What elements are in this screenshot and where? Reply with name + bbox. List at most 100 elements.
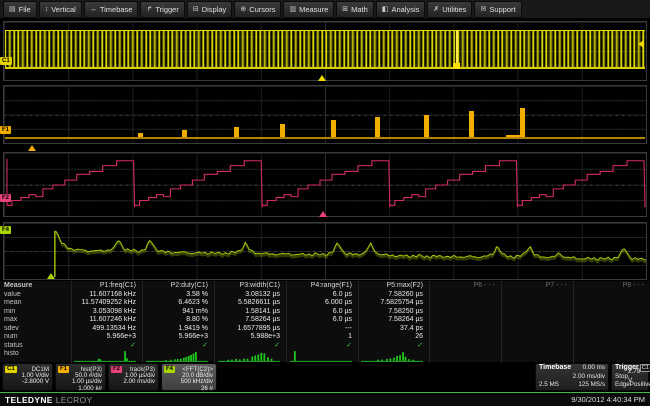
cell-value-p8 <box>573 291 650 300</box>
cell-sdev-p2: 1.9419 % <box>142 325 214 334</box>
chip-c1[interactable]: C1 <box>0 57 12 65</box>
f1-bar <box>424 115 429 137</box>
cell-min-p8 <box>573 308 650 317</box>
menu-display-button[interactable]: ⊟Display <box>187 1 232 18</box>
descriptor-f4[interactable]: F4<FFT(C2)>20.0 dB/div500 kHz/div26 # <box>161 363 217 391</box>
trigger-panel[interactable]: Trigger C1DC Stop 2.79 V Edge Positive <box>611 363 649 391</box>
measure-row-value: value11.607168 kHz3.58 %3.08132 µs6.0 µs… <box>0 291 650 300</box>
mini-histo-bar <box>263 353 265 360</box>
param-header-7: P7 - - - <box>501 281 573 291</box>
menu-vertical-button[interactable]: ↕Vertical <box>39 1 82 18</box>
timebase-icon: ↔ <box>90 6 97 13</box>
mini-histo-bar <box>243 358 245 360</box>
row-label-status: status <box>0 342 71 350</box>
mini-histo-bar <box>231 359 233 360</box>
grid-f2-track[interactable] <box>3 152 647 217</box>
chip-f4[interactable]: F4 <box>0 226 11 234</box>
cell-histo-p3 <box>214 350 286 363</box>
param-header-6: P6 - - - <box>429 281 501 291</box>
menu-cursors-button[interactable]: ⊕Cursors <box>234 1 281 18</box>
menu-measure-label: Measure <box>299 5 328 14</box>
menu-bar: ▤File↕Vertical↔Timebase↱Trigger⊟Display⊕… <box>0 0 650 19</box>
menu-support-label: Support <box>489 5 515 14</box>
grid-f1-histogram[interactable] <box>3 85 647 144</box>
mini-histo-bar <box>381 359 383 360</box>
cell-sdev-p5: 37.4 ps <box>358 325 429 334</box>
descriptor-line: 26 # <box>162 386 213 392</box>
row-label-mean: mean <box>0 299 71 308</box>
f1-position-marker[interactable] <box>28 145 36 151</box>
f1-bar <box>182 130 187 137</box>
cell-num-p6 <box>429 333 501 342</box>
menu-measure-button[interactable]: ▥Measure <box>283 1 334 18</box>
mini-histo-bar <box>393 357 395 360</box>
cell-num-p4: 1 <box>286 333 358 342</box>
mini-histo-bar <box>254 355 256 360</box>
cell-mean-p5: 7.5825754 µs <box>358 299 429 308</box>
cell-histo-p4 <box>286 350 358 363</box>
f2-position-marker[interactable] <box>319 211 327 217</box>
timebase-panel[interactable]: Timebase 0.00 ms 2.00 ms/div 2.5 MS 125 … <box>535 363 609 391</box>
param-header-1: P1:freq(C1) <box>71 281 142 291</box>
analysis-icon: ◧ <box>382 6 389 13</box>
badge-c1: C1 <box>5 366 17 373</box>
file-icon: ▤ <box>9 6 16 13</box>
status-check-p3: ✓ <box>274 342 280 349</box>
mini-histogram-p1 <box>74 350 136 362</box>
trigger-time-marker[interactable] <box>318 75 326 81</box>
row-label-histo: histo <box>0 350 71 363</box>
cell-status-p3: ✓ <box>214 342 286 350</box>
measure-row-min: min3.053098 kHz941 m%1.58141 µs6.0 µs7.5… <box>0 308 650 317</box>
trigger-level-marker[interactable] <box>638 40 644 48</box>
f4-position-marker[interactable] <box>47 273 55 279</box>
cell-value-p4: 6.0 µs <box>286 291 358 300</box>
badge-f1: F1 <box>58 366 69 373</box>
cell-mean-p8 <box>573 299 650 308</box>
menu-trigger-label: Trigger <box>155 5 178 14</box>
trigger-mode: Stop <box>615 373 628 382</box>
chip-f2[interactable]: F2 <box>0 194 11 202</box>
support-icon: ✉ <box>480 6 486 13</box>
menu-trigger-button[interactable]: ↱Trigger <box>140 1 184 18</box>
cell-sdev-p1: 499.13534 Hz <box>71 325 142 334</box>
grid-f4-fft[interactable] <box>3 222 647 280</box>
chip-f1[interactable]: F1 <box>0 126 11 134</box>
menu-file-button[interactable]: ▤File <box>3 1 37 18</box>
descriptor-f1[interactable]: F1hist(P3)50.0 #/div1.00 µs/div1.000 k# <box>55 363 106 391</box>
menu-analysis-button[interactable]: ◧Analysis <box>376 1 426 18</box>
cell-mean-p7 <box>501 299 573 308</box>
menu-utilities-button[interactable]: ✗Utilities <box>427 1 472 18</box>
cell-value-p2: 3.58 % <box>142 291 214 300</box>
mini-histo-bar <box>177 359 179 361</box>
cell-min-p2: 941 m% <box>142 308 214 317</box>
mini-histo-bar <box>294 351 296 361</box>
descriptor-c1[interactable]: C1DC1M1.00 V/div-2.8000 V <box>2 363 53 391</box>
cell-max-p3: 7.58264 µs <box>214 316 286 325</box>
mini-histo-bar <box>227 359 229 360</box>
mini-histogram-p3 <box>218 350 280 362</box>
mini-histogram-p5 <box>361 350 423 362</box>
minor-ticks <box>4 100 646 101</box>
f1-bar <box>280 124 285 137</box>
grid-c1[interactable] <box>3 21 647 81</box>
status-bar: TELEDYNELECROY 9/30/2012 4:40:34 PM <box>0 392 650 406</box>
menu-vertical-label: Vertical <box>51 5 76 14</box>
descriptor-f2[interactable]: F2track(P3)1.00 µs/div2.00 ms/div <box>108 363 159 391</box>
status-check-p2: ✓ <box>202 342 208 349</box>
measure-table-title: Measure <box>0 281 71 291</box>
measure-row-max: max11.607246 kHz8.80 %7.58264 µs6.0 µs7.… <box>0 316 650 325</box>
cell-value-p3: 3.08132 µs <box>214 291 286 300</box>
measure-row-histo: histo <box>0 350 650 363</box>
cell-histo-p8 <box>573 350 650 363</box>
menu-math-button[interactable]: ⊞Math <box>336 1 374 18</box>
cell-status-p7 <box>501 342 573 350</box>
menu-timebase-button[interactable]: ↔Timebase <box>84 1 139 18</box>
mini-histo-bar <box>239 359 241 360</box>
cell-status-p6 <box>429 342 501 350</box>
f1-bar <box>331 120 336 137</box>
mini-histo-bar <box>195 351 197 360</box>
utilities-icon: ✗ <box>433 6 439 13</box>
mini-histo-bar <box>98 358 100 360</box>
descriptor-lines: 1.00 V/div-2.8000 V <box>3 373 52 386</box>
menu-support-button[interactable]: ✉Support <box>474 1 521 18</box>
